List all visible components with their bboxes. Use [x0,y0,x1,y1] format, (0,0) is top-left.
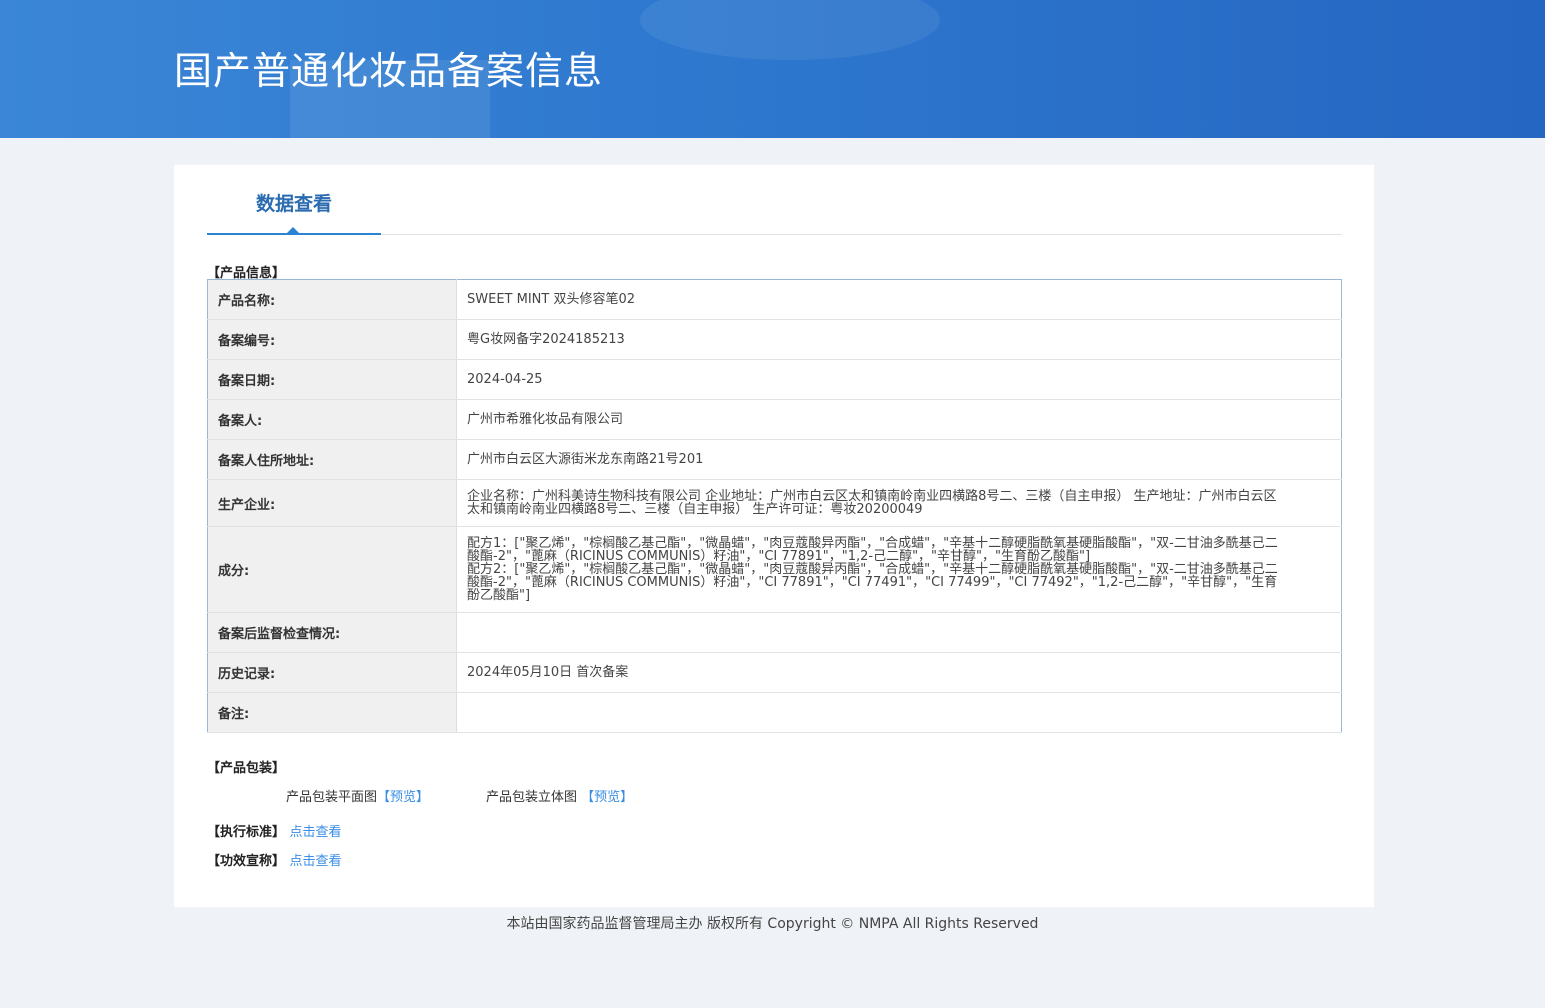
packaging-flat-label: 产品包装平面图 [286,790,378,805]
table-row: 备案编号: 粤G妆网备字2024185213 [207,319,1342,360]
preview-solid-link[interactable]: 【预览】 [581,790,633,805]
row-value: 2024年05月10日 首次备案 [456,652,1342,693]
standard-view-link[interactable]: 点击查看 [290,825,342,840]
table-row: 生产企业: 企业名称：广州科美诗生物科技有限公司 企业地址：广州市白云区太和镇南岭… [207,479,1342,527]
footer-copyright: 本站由国家药品监督管理局主办 版权所有 Copyright © NMPA All… [506,916,1039,932]
row-label: 生产企业: [207,479,457,527]
packaging-heading: 【产品包装】 [207,761,286,776]
table-row: 备注: [207,692,1342,733]
row-label: 历史记录: [207,652,457,693]
row-value: 企业名称：广州科美诗生物科技有限公司 企业地址：广州市白云区太和镇南岭南业四横路… [456,479,1342,527]
row-label: 备案人住所地址: [207,439,457,480]
row-value: 2024-04-25 [456,359,1342,400]
row-value [456,612,1342,653]
page-title: 国产普通化妆品备案信息 [174,49,604,93]
table-row: 备案日期: 2024-04-25 [207,359,1342,400]
efficacy-heading: 【功效宣称】 [207,854,286,869]
table-row: 备案人住所地址: 广州市白云区大源街米龙东南路21号201 [207,439,1342,480]
standard-section: 【执行标准】 点击查看 [207,821,342,840]
product-info-table: 产品名称: SWEET MINT 双头修容笔02 备案编号: 粤G妆网备字20241… [207,279,1342,733]
banner-decoration [640,0,940,60]
efficacy-view-link[interactable]: 点击查看 [290,854,342,869]
table-row: 备案人: 广州市希雅化妆品有限公司 [207,399,1342,440]
table-row: 产品名称: SWEET MINT 双头修容笔02 [207,279,1342,320]
row-value [456,692,1342,733]
row-label: 备注: [207,692,457,733]
packaging-solid-label: 产品包装立体图 [486,790,578,805]
table-row: 成分: 配方1：["聚乙烯"，"棕榈酸乙基己酯"，"微晶蜡"，"肉豆蔻酸异丙酯"，… [207,526,1342,613]
packaging-flat: 产品包装平面图【预览】 [286,786,429,805]
header-banner: 国产普通化妆品备案信息 [0,0,1545,138]
row-value: 粤G妆网备字2024185213 [456,319,1342,360]
row-value: 广州市希雅化妆品有限公司 [456,399,1342,440]
tab-bar: 数据查看 [207,165,1342,235]
table-row: 历史记录: 2024年05月10日 首次备案 [207,652,1342,693]
content-card: 数据查看 【产品信息】 产品名称: SWEET MINT 双头修容笔02 备案编号… [174,165,1374,907]
row-label: 产品名称: [207,279,457,320]
row-label: 备案后监督检查情况: [207,612,457,653]
packaging-solid: 产品包装立体图 【预览】 [486,786,633,805]
tab-data-view[interactable]: 数据查看 [207,165,381,235]
row-label: 备案日期: [207,359,457,400]
row-label: 成分: [207,526,457,613]
row-label: 备案人: [207,399,457,440]
row-label: 备案编号: [207,319,457,360]
preview-flat-link[interactable]: 【预览】 [377,790,429,805]
formula-2: 配方2：["聚乙烯"，"棕榈酸乙基己酯"，"微晶蜡"，"肉豆蔻酸异丙酯"，"合成… [467,562,1278,603]
formula-1: 配方1：["聚乙烯"，"棕榈酸乙基己酯"，"微晶蜡"，"肉豆蔻酸异丙酯"，"合成… [467,536,1278,564]
efficacy-section: 【功效宣称】 点击查看 [207,850,342,869]
table-row: 备案后监督检查情况: [207,612,1342,653]
row-value: SWEET MINT 双头修容笔02 [456,279,1342,320]
standard-heading: 【执行标准】 [207,825,286,840]
row-value: 广州市白云区大源街米龙东南路21号201 [456,439,1342,480]
